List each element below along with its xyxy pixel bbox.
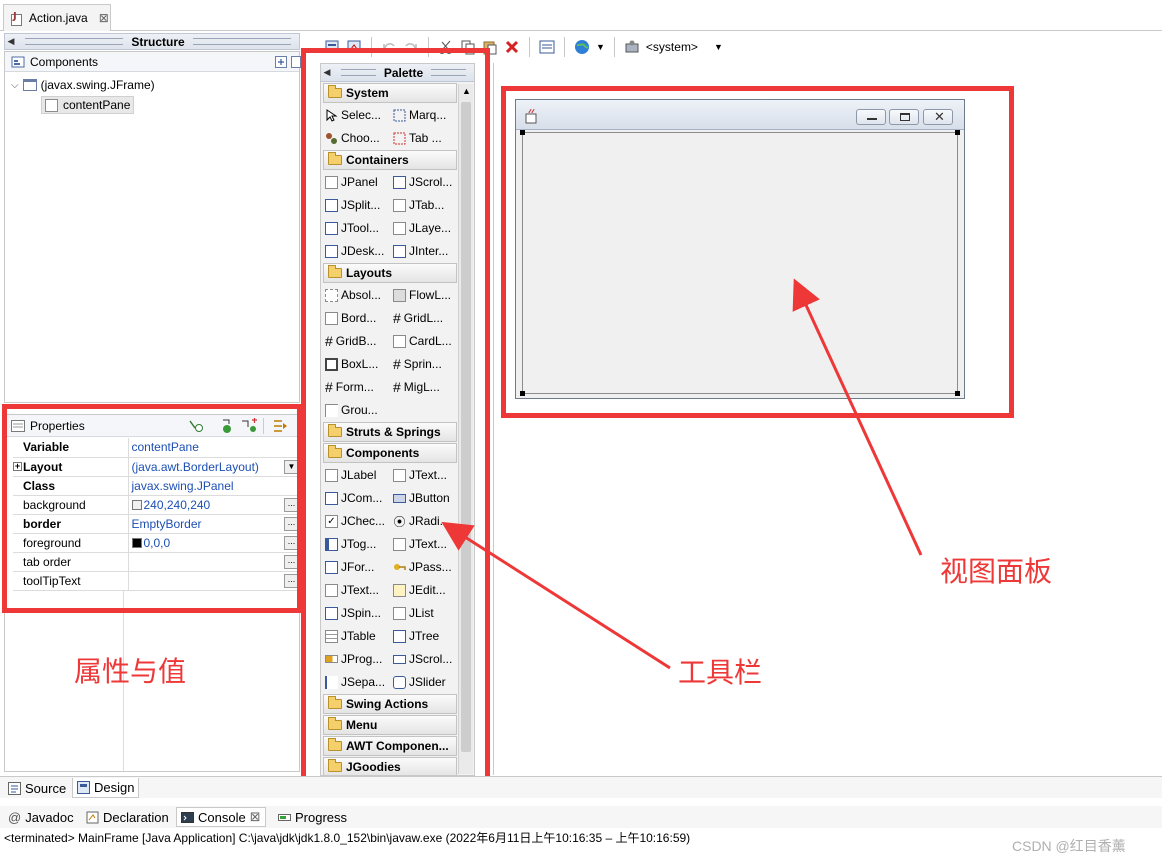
editor-mode-tabs: Source Design bbox=[0, 776, 1162, 798]
at-icon: @ bbox=[8, 809, 22, 825]
tab-label: Javadoc bbox=[25, 809, 74, 825]
tab-label: Design bbox=[94, 780, 135, 795]
tab-source[interactable]: Source bbox=[4, 778, 70, 798]
arrow-to-toolbar bbox=[441, 521, 671, 670]
tab-javadoc[interactable]: @ Javadoc bbox=[4, 807, 78, 827]
annotation-view-panel: 视图面板 bbox=[940, 555, 1053, 588]
tab-declaration[interactable]: Declaration bbox=[82, 807, 173, 827]
annotation-properties: 属性与值 bbox=[74, 655, 187, 688]
tab-design[interactable]: Design bbox=[72, 778, 140, 798]
console-tab-bar: @ Javadoc Declaration Console ⊠ Progress bbox=[0, 806, 1162, 828]
progress-icon bbox=[278, 813, 291, 821]
console-status-line: <terminated> MainFrame [Java Application… bbox=[4, 831, 691, 845]
tab-label: Source bbox=[25, 780, 67, 796]
tab-label: Progress bbox=[295, 809, 348, 825]
console-icon bbox=[181, 811, 194, 823]
tab-progress[interactable]: Progress bbox=[274, 807, 351, 827]
annotation-arrows bbox=[441, 278, 923, 670]
annotation-toolbar: 工具栏 bbox=[678, 656, 763, 689]
watermark: CSDN @红目香薰 bbox=[1012, 838, 1126, 854]
arrow-to-view bbox=[792, 278, 923, 556]
tab-label: Declaration bbox=[103, 809, 169, 825]
source-icon bbox=[8, 781, 21, 795]
tab-label: Console bbox=[198, 809, 246, 825]
design-icon bbox=[77, 781, 90, 794]
declaration-icon bbox=[86, 811, 99, 823]
tab-console[interactable]: Console ⊠ bbox=[176, 807, 266, 827]
close-icon[interactable]: ⊠ bbox=[250, 809, 261, 825]
